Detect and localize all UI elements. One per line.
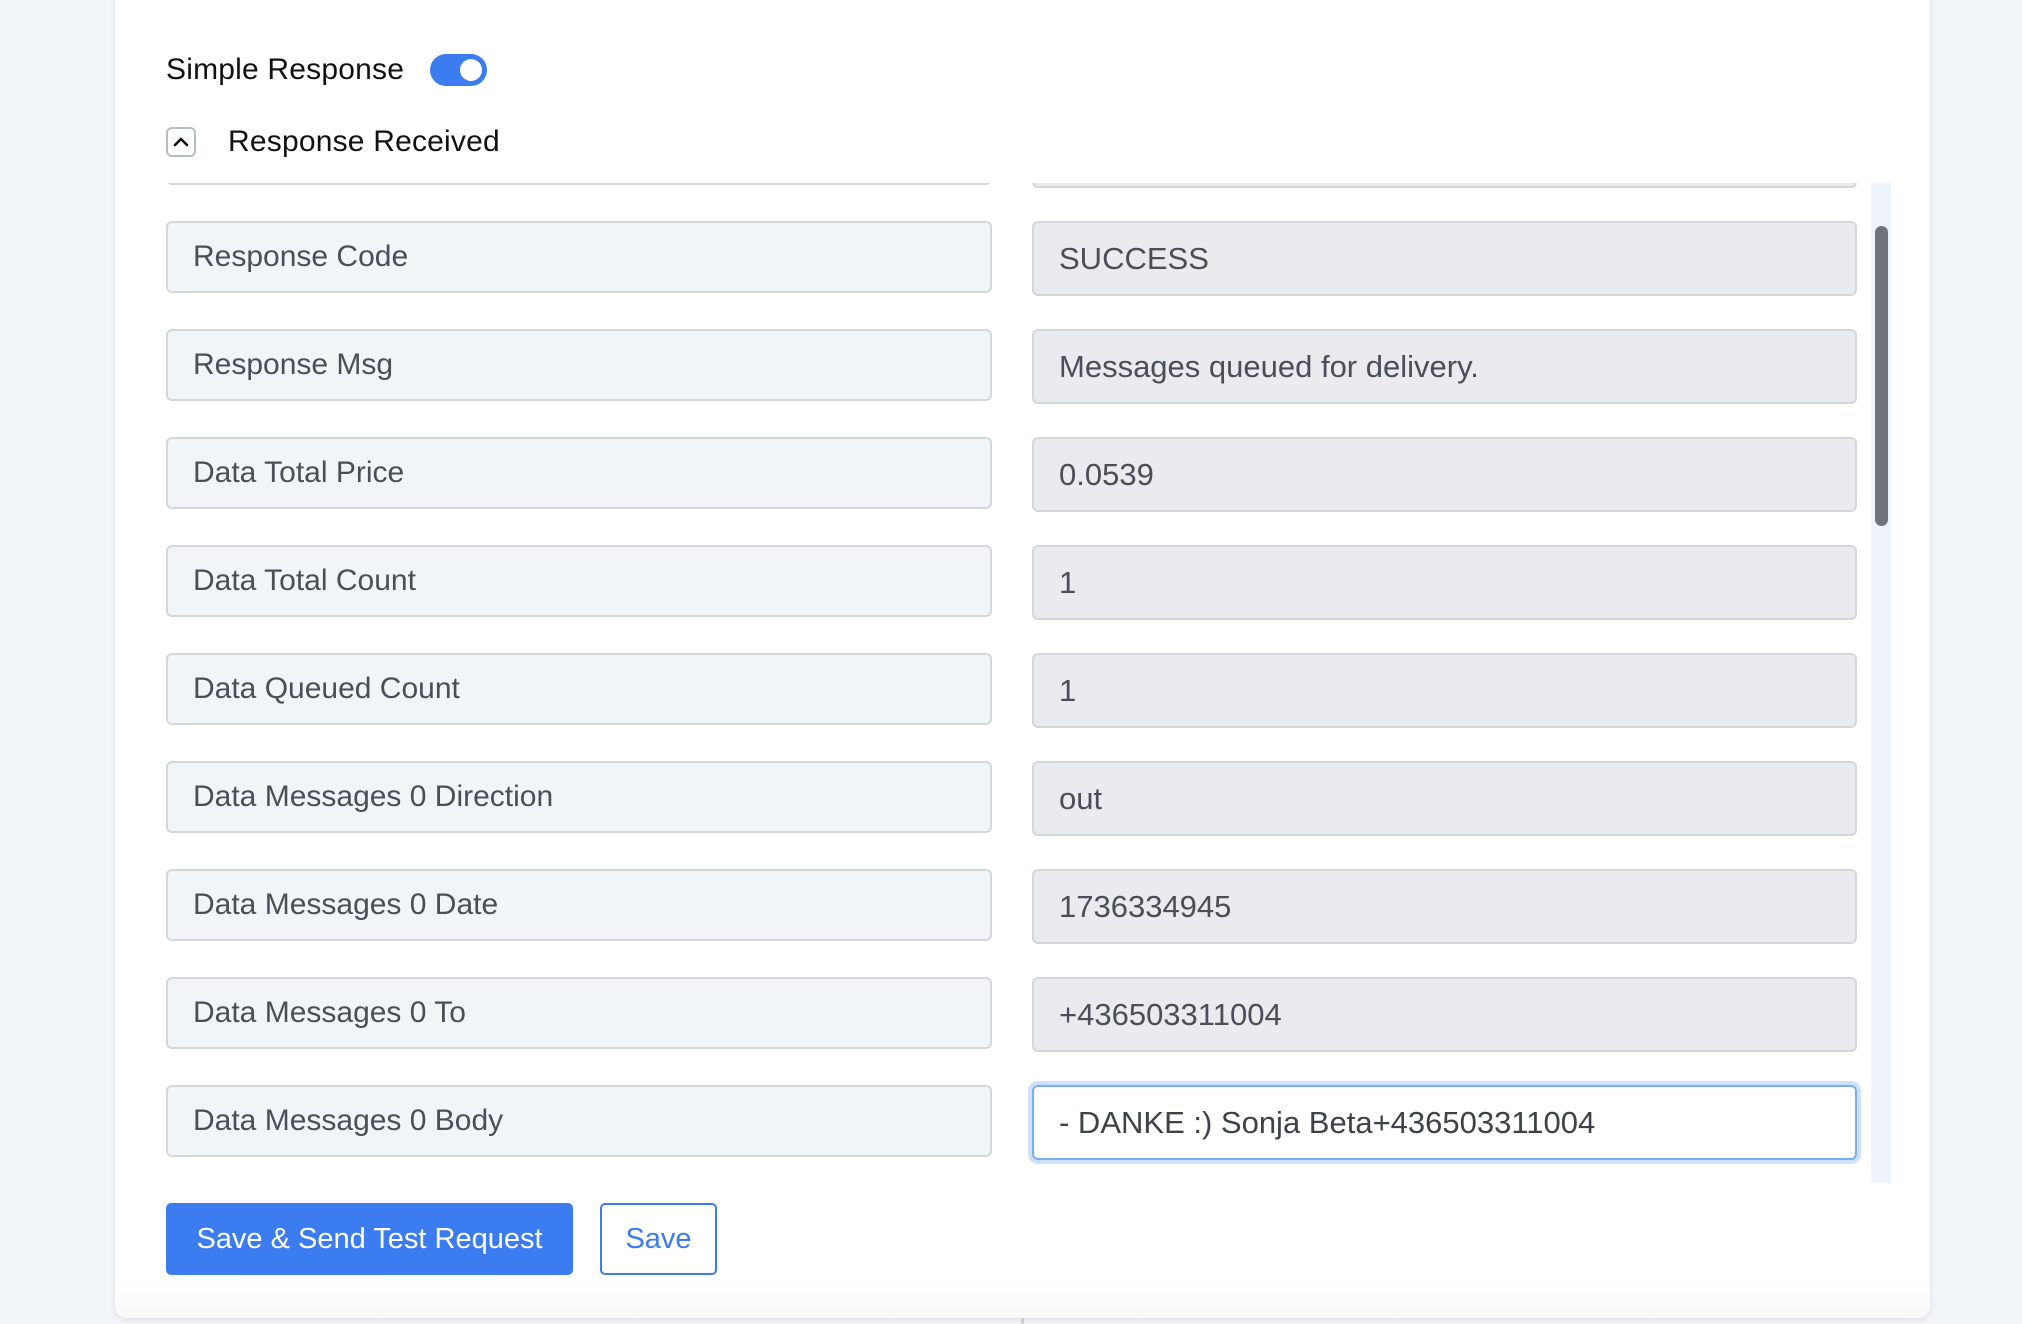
response-field-row: Data Total Count 1 [166, 545, 1857, 653]
response-field-row: Data Messages 0 To +436503311004 [166, 977, 1857, 1085]
field-value-text: 1 [1059, 673, 1077, 708]
field-value-textarea[interactable]: +436503311004 [1032, 977, 1857, 1052]
simple-response-label: Simple Response [166, 53, 405, 86]
field-value-textarea[interactable]: - DANKE :) Sonja Beta+436503311004 [1032, 1085, 1857, 1160]
background-divider [1021, 1318, 1024, 1324]
response-fields-scroll-area[interactable]: Response Code SUCCESS Response Msg Messages… [166, 183, 1891, 1183]
response-field-row: Data Messages 0 Date 1736334945 [166, 869, 1857, 977]
field-key-input[interactable]: Response Code [166, 221, 992, 293]
response-field-row: Response Msg Messages queued for delivery… [166, 329, 1857, 437]
field-value-text: +436503311004 [1059, 997, 1282, 1032]
save-and-send-test-request-button[interactable]: Save & Send Test Request [166, 1203, 573, 1275]
field-value-textarea[interactable]: 1736334945 [1032, 869, 1857, 944]
field-value-text: 1736334945 [1059, 889, 1232, 924]
field-key-input[interactable]: Data Messages 0 To [166, 977, 992, 1049]
toggle-knob [460, 59, 483, 81]
field-value-textarea[interactable]: out [1032, 761, 1857, 836]
field-value-textarea[interactable]: 1 [1032, 653, 1857, 728]
simple-response-toggle[interactable] [430, 54, 488, 86]
field-value-textarea[interactable]: SUCCESS [1032, 221, 1857, 296]
field-value-text: 1 [1059, 565, 1077, 600]
resize-handle-icon[interactable] [1838, 277, 1852, 291]
collapse-button[interactable] [166, 127, 196, 157]
resize-handle-icon[interactable] [1838, 709, 1852, 723]
resize-handle-icon[interactable] [1838, 1033, 1852, 1047]
field-value-text: 0.0539 [1059, 457, 1154, 492]
field-key-input[interactable]: Response Msg [166, 329, 992, 401]
response-field-row: Data Messages 0 Direction out [166, 761, 1857, 869]
field-value-textarea[interactable]: 1 [1032, 545, 1857, 620]
response-field-row [166, 183, 1857, 221]
response-field-row: Data Queued Count 1 [166, 653, 1857, 761]
resize-handle-icon[interactable] [1838, 493, 1852, 507]
field-value-textarea[interactable]: Messages queued for delivery. [1032, 329, 1857, 404]
field-key-input[interactable]: Data Total Price [166, 437, 992, 509]
resize-handle-icon[interactable] [1838, 385, 1852, 399]
response-received-header: Response Received [166, 120, 500, 164]
field-value-text: - DANKE :) Sonja Beta+436503311004 [1059, 1105, 1596, 1140]
field-key-input[interactable] [166, 183, 992, 185]
field-value-textarea[interactable] [1032, 183, 1857, 188]
field-value-text: out [1059, 781, 1103, 816]
response-field-row: Response Code SUCCESS [166, 221, 1857, 329]
resize-handle-icon[interactable] [1838, 925, 1852, 939]
response-field-row: Data Total Price 0.0539 [166, 437, 1857, 545]
field-key-input[interactable]: Data Messages 0 Body [166, 1085, 992, 1157]
response-card: Simple Response Response Received Respon… [115, 0, 1930, 1318]
field-key-input[interactable]: Data Queued Count [166, 653, 992, 725]
field-value-text: Messages queued for delivery. [1059, 349, 1479, 384]
field-value-text: SUCCESS [1059, 241, 1209, 276]
resize-handle-icon[interactable] [1838, 1141, 1852, 1155]
resize-handle-icon[interactable] [1838, 601, 1852, 615]
chevron-up-icon [173, 137, 189, 147]
field-value-textarea[interactable]: 0.0539 [1032, 437, 1857, 512]
field-key-input[interactable]: Data Messages 0 Date [166, 869, 992, 941]
simple-response-row: Simple Response [166, 46, 488, 94]
resize-handle-icon[interactable] [1838, 817, 1852, 831]
response-field-row: Data Messages 0 Body - DANKE :) Sonja Bet… [166, 1085, 1857, 1183]
response-fields-list: Response Code SUCCESS Response Msg Messages… [166, 183, 1857, 1183]
scrollbar-thumb[interactable] [1875, 226, 1888, 526]
save-button[interactable]: Save [600, 1203, 717, 1275]
field-key-input[interactable]: Data Messages 0 Direction [166, 761, 992, 833]
field-key-input[interactable]: Data Total Count [166, 545, 992, 617]
section-title: Response Received [228, 125, 500, 158]
